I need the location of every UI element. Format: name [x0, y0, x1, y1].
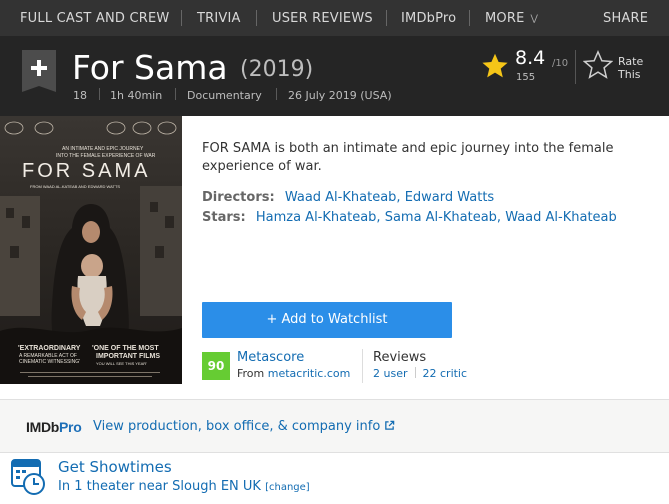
subtext-divider [99, 88, 100, 100]
reviews-link-divider [414, 367, 416, 378]
poster-image[interactable]: AN INTIMATE AND EPIC JOURNEY INTO THE FE… [0, 116, 182, 384]
rating-value: 8.4 [515, 47, 546, 69]
imdbpro-logo-pro: Pro [59, 419, 82, 435]
change-location-link[interactable]: [change] [265, 482, 310, 493]
star-outline-icon[interactable] [583, 50, 613, 80]
imdbpro-info-link[interactable]: View production, box office, & company i… [93, 419, 395, 434]
nav-user-reviews[interactable]: USER REVIEWS [272, 11, 373, 26]
reviews-links: 2 user 22 critic [373, 367, 467, 380]
metascore-badge: 90 [202, 352, 230, 380]
share-button[interactable]: SHARE [603, 11, 648, 26]
certificate: 18 [73, 89, 87, 102]
directors-label: Directors: [202, 190, 275, 205]
external-link-icon [385, 420, 395, 430]
reviews-divider [362, 349, 363, 383]
poster-quote-left-1: 'EXTRAORDINARY [18, 345, 81, 352]
poster-credit-line: FROM WAAD AL-KATEAB AND EDWARD WATTS [30, 184, 121, 189]
genre-link[interactable]: Documentary [187, 89, 262, 102]
metascore-from-prefix: From [237, 367, 268, 380]
rate-this-button[interactable]: Rate This [618, 55, 643, 81]
reviews-label: Reviews [373, 350, 427, 365]
nav-divider [469, 10, 470, 26]
director-link[interactable]: Edward Watts [405, 190, 495, 205]
imdbpro-logo-imdb: IMDb [26, 419, 60, 435]
nav-divider [386, 10, 387, 26]
critic-reviews-link[interactable]: 22 critic [423, 367, 468, 380]
nav-full-cast-and-crew[interactable]: FULL CAST AND CREW [20, 11, 169, 26]
rate-label-line1: Rate [618, 55, 644, 68]
imdbpro-link-text: View production, box office, & company i… [93, 419, 381, 434]
poster-title: FOR SAMA [22, 160, 151, 182]
metacritic-link[interactable]: metacritic.com [268, 367, 351, 380]
top-nav: FULL CAST AND CREW TRIVIA USER REVIEWS I… [0, 0, 669, 36]
rating-divider [575, 50, 576, 84]
stars-label: Stars: [202, 210, 246, 225]
poster-quote-left-3: CINEMATIC WITNESSING' [19, 359, 81, 365]
nav-more-label: MORE [485, 11, 525, 26]
title-band: For Sama (2019) 18 1h 40min Documentary … [0, 36, 669, 116]
imdbpro-logo: IMDbPro [26, 419, 82, 435]
movie-title: For Sama [72, 48, 228, 87]
poster-quote-right-3: YOU WILL SEE THIS YEAR' [96, 361, 147, 366]
poster-tagline-2: INTO THE FEMALE EXPERIENCE OF WAR [56, 153, 156, 159]
star-link[interactable]: Sama Al-Khateab [385, 210, 497, 225]
rating-count[interactable]: 155 [516, 72, 535, 83]
double-chevron-down-icon: ⋁ [530, 14, 539, 24]
plus-icon-stroke [37, 60, 41, 76]
nav-imdbpro[interactable]: IMDbPro [401, 11, 456, 26]
user-reviews-link[interactable]: 2 user [373, 367, 408, 380]
add-to-watchlist-ribbon[interactable] [22, 50, 56, 92]
movie-year[interactable]: (2019) [240, 57, 313, 82]
nav-divider [181, 10, 182, 26]
showtimes-location: In 1 theater near Slough EN UK [change] [58, 479, 310, 494]
showtimes-location-text[interactable]: In 1 theater near Slough EN UK [58, 479, 265, 494]
runtime: 1h 40min [110, 89, 163, 102]
director-link[interactable]: Waad Al-Khateab [285, 190, 397, 205]
nav-divider [256, 10, 257, 26]
star-icon [482, 53, 508, 78]
imdbpro-strip: IMDbPro View production, box office, & c… [0, 399, 669, 453]
metascore-link[interactable]: Metascore [237, 350, 304, 365]
directors-credit: Directors: Waad Al-Khateab, Edward Watts [202, 190, 494, 205]
rating-best: /10 [552, 58, 569, 69]
poster-quote-right-1: 'ONE OF THE MOST [92, 345, 159, 352]
rate-label-line2: This [618, 68, 641, 81]
star-link[interactable]: Waad Al-Khateab [505, 210, 617, 225]
nav-trivia[interactable]: TRIVIA [197, 11, 241, 26]
plot-summary: FOR SAMA is both an intimate and epic jo… [202, 141, 614, 174]
metascore-source: From metacritic.com [237, 367, 350, 380]
stars-credit: Stars: Hamza Al-Khateab, Sama Al-Khateab… [202, 210, 617, 225]
poster-tagline-1: AN INTIMATE AND EPIC JOURNEY [62, 146, 144, 152]
get-showtimes-link[interactable]: Get Showtimes [58, 458, 172, 476]
nav-more[interactable]: MORE ⋁ [485, 11, 538, 26]
poster-quote-right-2: IMPORTANT FILMS [96, 353, 161, 360]
comma: , [396, 190, 405, 205]
subtext-divider [276, 88, 277, 100]
comma: , [376, 210, 385, 225]
add-to-watchlist-button[interactable]: + Add to Watchlist [202, 302, 452, 338]
showtimes-icon [11, 459, 45, 495]
release-date-link[interactable]: 26 July 2019 (USA) [288, 89, 392, 102]
star-link[interactable]: Hamza Al-Khateab [256, 210, 377, 225]
subtext-divider [175, 88, 176, 100]
comma: , [496, 210, 506, 225]
